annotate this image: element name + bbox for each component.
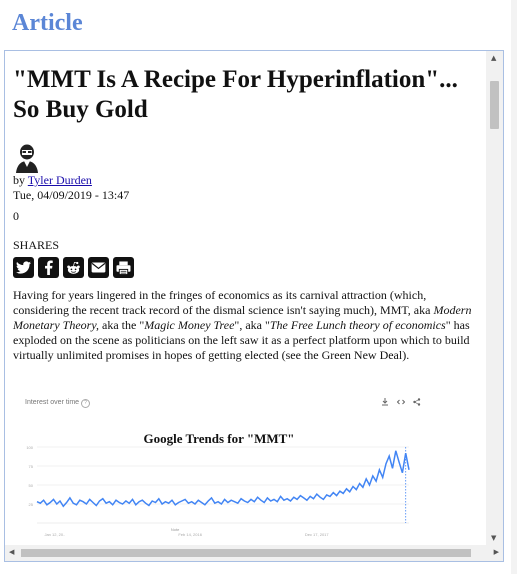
x-tick-label: Feb 14, 2016 — [178, 532, 202, 537]
facebook-icon — [45, 260, 53, 275]
share-print-button[interactable] — [113, 257, 134, 278]
vertical-scroll-thumb[interactable] — [490, 81, 499, 129]
scroll-right-icon[interactable]: ▶ — [494, 548, 499, 556]
scroll-down-icon[interactable]: ▼ — [491, 534, 496, 542]
embed-icon[interactable] — [397, 398, 405, 406]
y-tick-label: 100 — [26, 445, 33, 450]
publish-date: Tue, 04/09/2019 - 13:47 — [13, 188, 130, 202]
chart-header-label: Interest over time ? — [25, 399, 91, 408]
body-emphasis: Magic Money Tree — [144, 318, 235, 332]
page-scroll-rail — [511, 0, 517, 574]
y-tick-label: 25 — [29, 502, 34, 507]
body-text-segment: aka the " — [99, 318, 145, 332]
vertical-scrollbar[interactable]: ▲ ▼ — [486, 51, 503, 545]
author-link[interactable]: Tyler Durden — [28, 173, 92, 187]
scroll-up-icon[interactable]: ▲ — [491, 54, 496, 62]
download-icon[interactable] — [381, 398, 389, 406]
section-title: Article — [12, 10, 83, 36]
chart-header-text: Interest over time — [25, 399, 80, 406]
trend-series-line — [36, 450, 410, 508]
trend-plot: 100755025NoteJan 12, 20.. Feb 14, 2016 Dec… — [26, 445, 410, 537]
help-icon[interactable]: ? — [81, 399, 91, 408]
article-headline: "MMT Is A Recipe For Hyperinflation"... … — [13, 66, 458, 123]
y-tick-label: 50 — [29, 483, 34, 488]
share-email-button[interactable] — [88, 257, 109, 278]
reddit-icon — [67, 261, 80, 274]
horizontal-scroll-thumb[interactable] — [21, 549, 471, 557]
author-avatar-icon — [16, 144, 38, 173]
share-twitter-button[interactable] — [13, 257, 34, 278]
x-tick-label: Dec 17, 2017 — [305, 532, 330, 537]
scroll-left-icon[interactable]: ◀ — [9, 548, 14, 556]
article-content: "MMT Is A Recipe For Hyperinflation"... … — [11, 51, 481, 545]
body-emphasis: The Free Lunch theory of economics — [269, 318, 446, 332]
article-frame: "MMT Is A Recipe For Hyperinflation"... … — [4, 50, 504, 562]
trends-chart: Interest over time ? Google Trends for "… — [17, 395, 421, 545]
chart-tools — [381, 398, 421, 406]
comment-count: 0 — [13, 209, 19, 223]
email-icon — [91, 262, 106, 273]
share-buttons — [13, 257, 481, 278]
x-tick-label: Jan 12, 20.. — [44, 532, 65, 537]
byline: by Tyler Durden — [13, 173, 481, 188]
share-facebook-button[interactable] — [38, 257, 59, 278]
body-text-segment: Having for years lingered in the fringes… — [13, 288, 434, 317]
share-icon[interactable] — [413, 398, 421, 406]
twitter-icon — [16, 261, 31, 274]
share-reddit-button[interactable] — [63, 257, 84, 278]
byline-prefix: by — [13, 173, 28, 187]
horizontal-scrollbar[interactable]: ◀ ▶ — [5, 545, 503, 561]
body-text-segment: ", aka " — [234, 318, 270, 332]
article-body-paragraph: Having for years lingered in the fringes… — [13, 288, 475, 363]
print-icon — [116, 260, 131, 275]
shares-label: SHARES — [13, 238, 60, 252]
y-tick-label: 75 — [29, 464, 34, 469]
